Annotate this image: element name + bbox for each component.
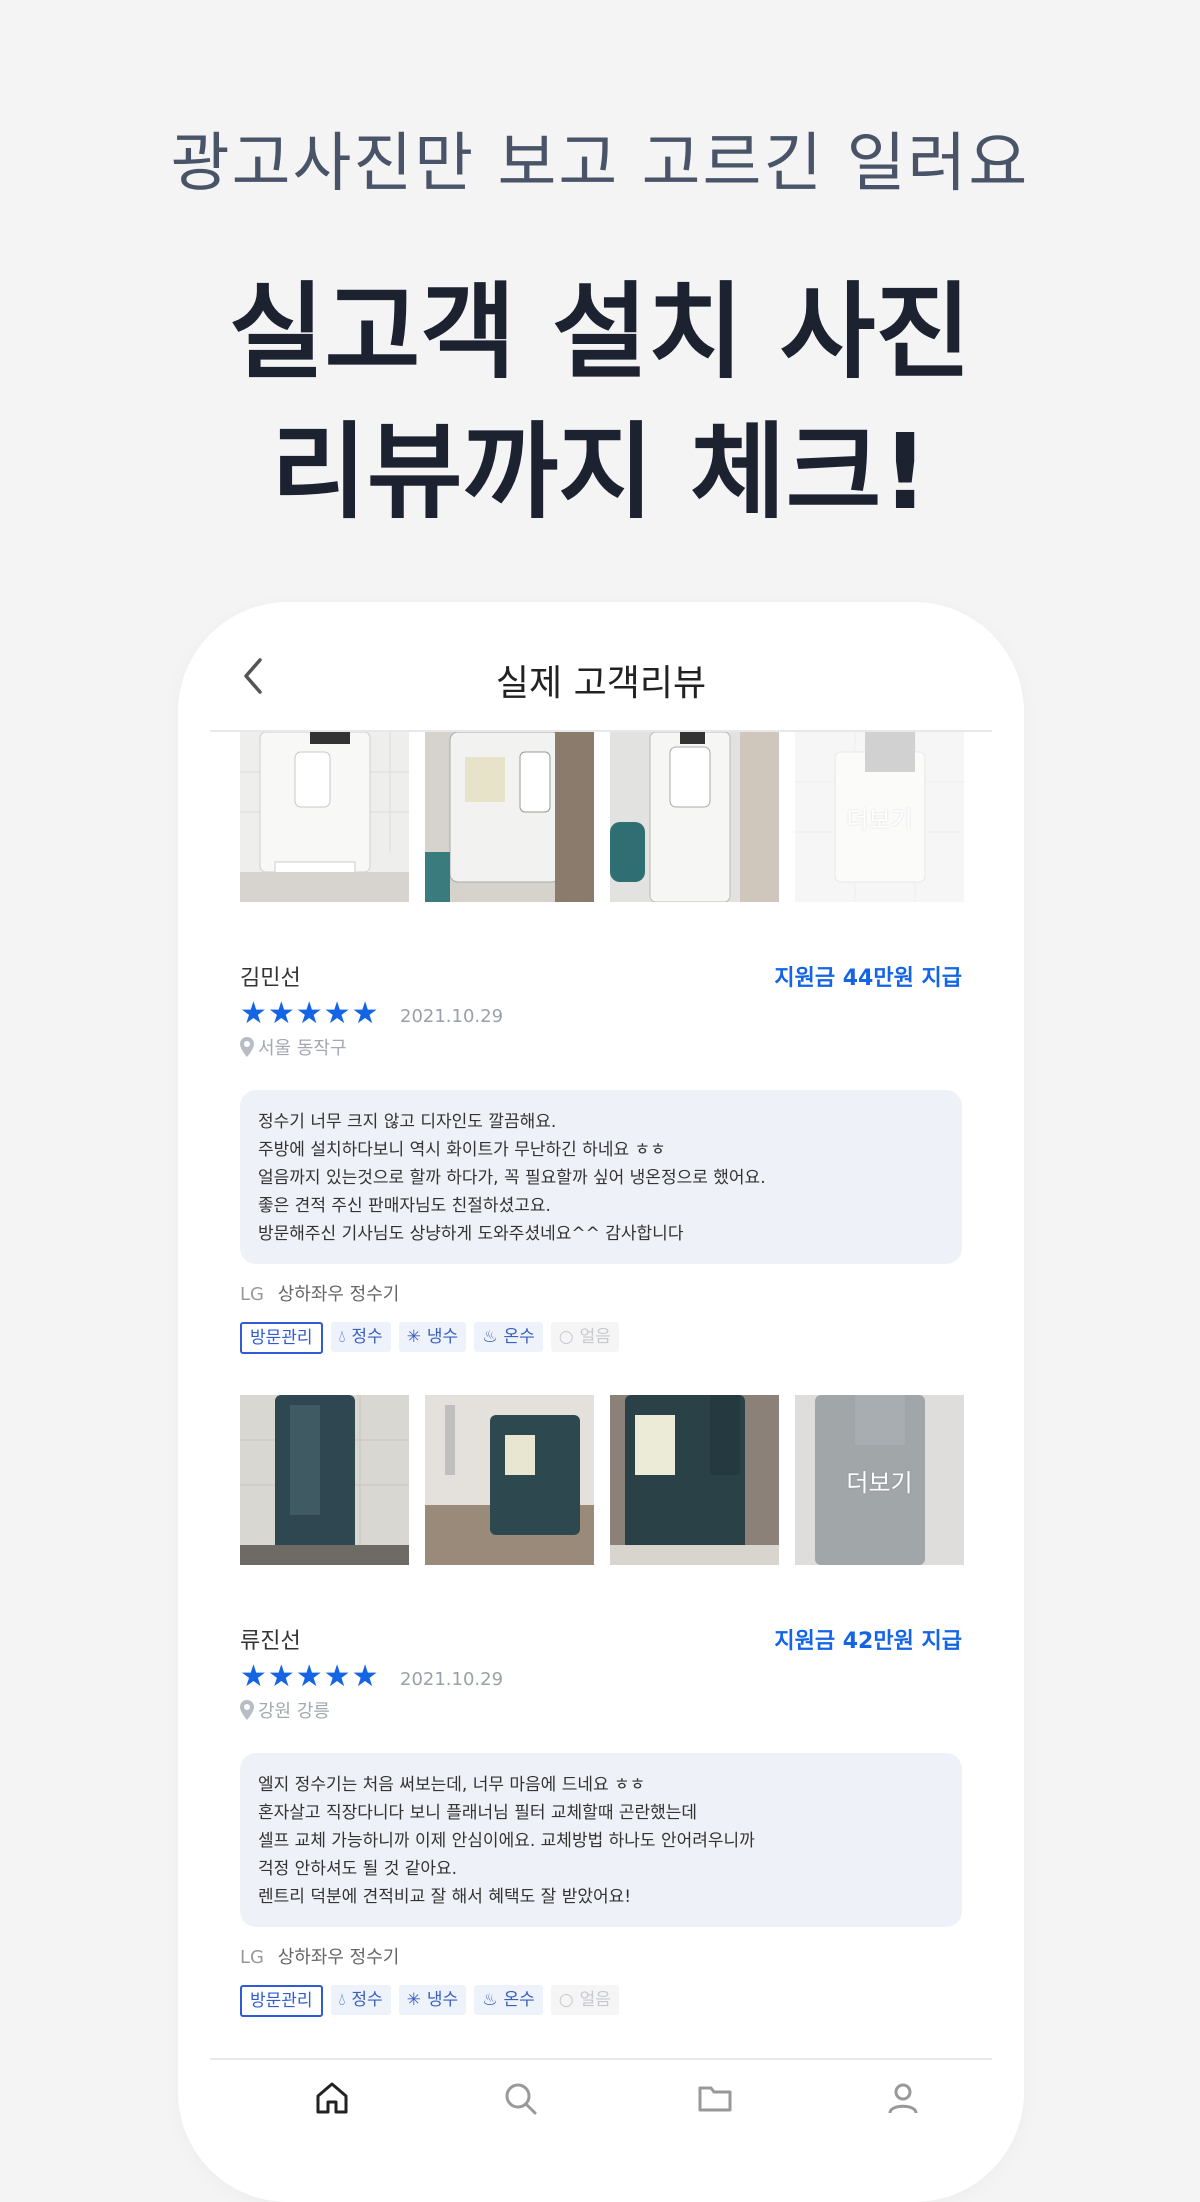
- search-icon: [505, 2083, 537, 2115]
- subsidy-amount: 지원금 44만원 지급: [774, 966, 962, 991]
- tag-label: 온수: [503, 1990, 535, 2010]
- review-photos: 더보기: [240, 1395, 964, 1565]
- tag-label: 얼음: [579, 1990, 611, 2010]
- review-photo-more[interactable]: 더보기: [795, 1395, 964, 1565]
- tag-purified: 💧︎ 정수: [330, 1322, 391, 1352]
- tab-home[interactable]: [272, 2080, 392, 2116]
- screen-title: 실제 고객리뷰: [495, 663, 707, 704]
- review-text-line: 걱정 안하셔도 될 것 같아요.: [258, 1859, 458, 1879]
- product-info: LG 상하좌우 정수기: [240, 1280, 962, 1310]
- review-meta: 류진선 지원금 42만원 지급 ★★★★★ 2021.10.29 강원 강릉: [240, 1565, 962, 1722]
- review-text-line: 렌트리 덕분에 견적비교 잘 해서 혜택도 잘 받았어요!: [258, 1887, 632, 1907]
- user-icon: [888, 2083, 918, 2114]
- location-pin-icon: [240, 1037, 254, 1057]
- review-date: 2021.10.29: [400, 1669, 504, 1690]
- review-text-line: 방문해주신 기사님도 상냥하게 도와주셨네요^^ 감사합니다: [258, 1224, 684, 1244]
- review-photo[interactable]: [610, 1395, 779, 1565]
- promo-subtitle: 광고사진만 보고 고르긴 일러요: [170, 127, 1030, 201]
- tag-visit-care: 방문관리: [240, 1985, 323, 2017]
- tag-label: 냉수: [426, 1327, 459, 1347]
- more-label: 더보기: [795, 1395, 964, 1565]
- tag-ice: ○ 얼음: [550, 1985, 619, 2015]
- product-brand: LG: [240, 1284, 264, 1305]
- app-header: 실제 고객리뷰: [210, 602, 992, 732]
- review-photos: 더보기: [240, 732, 964, 902]
- review-location: 서울 동작구: [240, 1034, 347, 1060]
- product-name: 상하좌우 정수기: [277, 1284, 400, 1305]
- tag-hot: ♨ 온수: [474, 1985, 543, 2015]
- tab-search[interactable]: [460, 2080, 580, 2116]
- tab-folder[interactable]: [655, 2080, 775, 2116]
- review-photo[interactable]: [610, 732, 779, 902]
- tag-hot: ♨ 온수: [474, 1322, 543, 1352]
- tag-label: 얼음: [579, 1327, 611, 1347]
- promo-title: 실고객 설치 사진 리뷰까지 체크!: [0, 262, 1200, 542]
- snowflake-icon: ✳: [406, 1990, 421, 2010]
- review-text-line: 좋은 견적 주신 판매자님도 친절하셨고요.: [258, 1196, 551, 1216]
- tag-visit-care: 방문관리: [240, 1322, 323, 1354]
- star-rating: ★★★★★: [240, 996, 380, 1031]
- promo-title-line1: 실고객 설치 사진: [228, 271, 972, 393]
- feature-tags: 방문관리 💧︎ 정수 ✳ 냉수 ♨ 온수 ○ 얼음: [240, 1322, 962, 1354]
- tab-my-page[interactable]: [843, 2080, 963, 2116]
- product-brand: LG: [240, 1947, 264, 1968]
- review-photo[interactable]: [240, 1395, 409, 1565]
- folder-icon: [698, 2086, 732, 2112]
- reviewer-name: 류진선: [240, 1629, 301, 1654]
- tag-label: 정수: [351, 1327, 383, 1347]
- snowflake-icon: ✳: [406, 1327, 421, 1347]
- review-text-line: 얼음까지 있는것으로 할까 하다가, 꼭 필요할까 싶어 냉온정으로 했어요.: [258, 1168, 766, 1188]
- tag-label: 온수: [503, 1327, 535, 1347]
- review-photo[interactable]: [425, 732, 594, 902]
- reviewer-name: 김민선: [240, 966, 301, 991]
- heat-icon: ♨: [482, 1327, 498, 1347]
- review-location: 강원 강릉: [240, 1697, 330, 1723]
- bottom-tab-bar: [210, 2058, 992, 2202]
- review-card: 더보기 류진선 지원금 42만원 지급 ★★★★★ 2021.10.29 강원 …: [240, 1395, 964, 2017]
- tag-ice: ○ 얼음: [550, 1322, 619, 1352]
- tag-cold: ✳ 냉수: [398, 1322, 467, 1352]
- location-text: 서울 동작구: [258, 1038, 347, 1059]
- review-text: 엘지 정수기는 처음 써보는데, 너무 마음에 드네요 ㅎㅎ 혼자살고 직장다니…: [240, 1753, 962, 1927]
- location-text: 강원 강릉: [258, 1701, 330, 1722]
- review-photo[interactable]: [240, 732, 409, 902]
- tag-label: 냉수: [426, 1990, 459, 2010]
- review-photo-more[interactable]: 더보기: [795, 732, 964, 902]
- review-text-line: 엘지 정수기는 처음 써보는데, 너무 마음에 드네요 ㅎㅎ: [258, 1775, 646, 1795]
- product-name: 상하좌우 정수기: [277, 1947, 400, 1968]
- phone-mockup: 실제 고객리뷰 더보기 김민선 지원금 44만원 지급 ★★★★★ 2021.1…: [178, 602, 1024, 2202]
- review-card: 더보기 김민선 지원금 44만원 지급 ★★★★★ 2021.10.29 서울 …: [240, 732, 964, 1354]
- ice-icon: ○: [558, 1990, 574, 2010]
- review-text-line: 정수기 너무 크지 않고 디자인도 깔끔해요.: [258, 1112, 557, 1132]
- product-info: LG 상하좌우 정수기: [240, 1943, 962, 1973]
- feature-tags: 방문관리 💧︎ 정수 ✳ 냉수 ♨ 온수 ○ 얼음: [240, 1985, 962, 2017]
- tag-cold: ✳ 냉수: [398, 1985, 467, 2015]
- promo-title-line2: 리뷰까지 체크!: [271, 411, 929, 533]
- review-text-line: 주방에 설치하다보니 역시 화이트가 무난하긴 하네요 ㅎㅎ: [258, 1140, 666, 1160]
- ice-icon: ○: [558, 1327, 574, 1347]
- review-text-line: 셀프 교체 가능하니까 이제 안심이에요. 교체방법 하나도 안어려우니까: [258, 1831, 755, 1851]
- tag-label: 정수: [351, 1990, 383, 2010]
- home-icon: [316, 2082, 348, 2114]
- subsidy-amount: 지원금 42만원 지급: [774, 1629, 962, 1654]
- review-date: 2021.10.29: [400, 1006, 504, 1027]
- review-text: 정수기 너무 크지 않고 디자인도 깔끔해요. 주방에 설치하다보니 역시 화이…: [240, 1090, 962, 1264]
- water-drop-icon: 💧︎: [338, 1327, 346, 1347]
- more-label: 더보기: [795, 732, 964, 902]
- tag-purified: 💧︎ 정수: [330, 1985, 391, 2015]
- review-photo[interactable]: [425, 1395, 594, 1565]
- review-text-line: 혼자살고 직장다니다 보니 플래너님 필터 교체할때 곤란했는데: [258, 1803, 698, 1823]
- water-drop-icon: 💧︎: [338, 1990, 346, 2010]
- star-rating: ★★★★★: [240, 1659, 380, 1694]
- review-meta: 김민선 지원금 44만원 지급 ★★★★★ 2021.10.29 서울 동작구: [240, 902, 962, 1059]
- heat-icon: ♨: [482, 1990, 498, 2010]
- location-pin-icon: [240, 1700, 254, 1720]
